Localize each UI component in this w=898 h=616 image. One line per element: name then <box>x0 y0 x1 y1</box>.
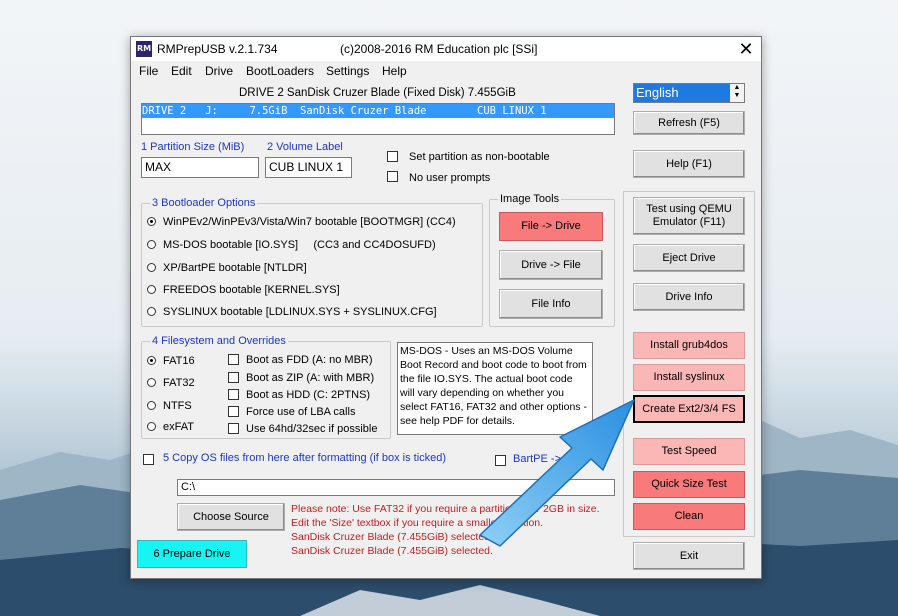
test-speed-button[interactable]: Test Speed <box>633 438 745 465</box>
partition-size-label: 1 Partition Size (MiB) <box>141 141 245 153</box>
override-checkbox-zip[interactable] <box>228 372 239 383</box>
menu-bar: File Edit Drive BootLoaders Settings Hel… <box>131 61 761 81</box>
bartpe-checkbox[interactable] <box>495 455 506 466</box>
prepare-drive-button[interactable]: 6 Prepare Drive <box>137 540 247 568</box>
menu-edit[interactable]: Edit <box>171 64 192 78</box>
close-icon[interactable]: ✕ <box>735 38 757 60</box>
status-notes: Please note: Use FAT32 if you require a … <box>291 502 600 558</box>
fs-radio-ntfs[interactable] <box>147 401 156 410</box>
bootloader-options-title: 3 Bootloader Options <box>150 197 258 209</box>
drive-list[interactable]: DRIVE 2 J: 7.5GiB SanDisk Cruzer Blade C… <box>141 103 615 135</box>
language-select[interactable]: English ▲ ▼ <box>633 83 745 103</box>
override-checkbox-64hd[interactable] <box>228 423 239 434</box>
fs-radio-fat32[interactable] <box>147 378 156 387</box>
override-lba-label: Force use of LBA calls <box>246 406 356 418</box>
bootloader-radio-syslinux[interactable] <box>147 307 156 316</box>
window-copyright: (c)2008-2016 RM Education plc [SSi] <box>340 42 538 56</box>
bootloader-option-freedos[interactable]: FREEDOS bootable [KERNEL.SYS] <box>163 284 340 296</box>
note-line-1: Please note: Use FAT32 if you require a … <box>291 503 600 515</box>
drive-info-button[interactable]: Drive Info <box>633 283 745 311</box>
image-tools-title: Image Tools <box>498 193 562 205</box>
bootloader-radio-freedos[interactable] <box>147 285 156 294</box>
spin-down-icon[interactable]: ▼ <box>730 92 744 100</box>
menu-drive[interactable]: Drive <box>205 64 233 78</box>
window-title: RMPrepUSB v.2.1.734 <box>157 42 278 56</box>
override-64hd-label: Use 64hd/32sec if possible <box>246 423 378 435</box>
override-hdd-label: Boot as HDD (C: 2PTNS) <box>246 389 371 401</box>
quick-size-test-button[interactable]: Quick Size Test <box>633 471 745 498</box>
rm-app-icon: RM <box>136 41 152 57</box>
language-value: English <box>636 85 679 100</box>
note-line-3: SanDisk Cruzer Blade (7.455GiB) selected… <box>291 531 493 543</box>
drive-list-row-selected[interactable]: DRIVE 2 J: 7.5GiB SanDisk Cruzer Blade C… <box>142 104 614 118</box>
fs-option-fat32[interactable]: FAT32 <box>163 377 195 389</box>
title-bar: RM RMPrepUSB v.2.1.734 (c)2008-2016 RM E… <box>131 37 761 61</box>
exit-button[interactable]: Exit <box>633 542 745 570</box>
override-fdd-label: Boot as FDD (A: no MBR) <box>246 354 373 366</box>
menu-file[interactable]: File <box>139 64 158 78</box>
menu-help[interactable]: Help <box>382 64 407 78</box>
menu-bootloaders[interactable]: BootLoaders <box>246 64 314 78</box>
no-prompts-label: No user prompts <box>409 172 491 184</box>
file-info-button[interactable]: File Info <box>499 289 603 319</box>
drive-header: DRIVE 2 SanDisk Cruzer Blade (Fixed Disk… <box>239 87 516 99</box>
fs-radio-fat16[interactable] <box>147 356 156 365</box>
menu-settings[interactable]: Settings <box>326 64 369 78</box>
test-qemu-line2: Emulator (F11) <box>652 216 726 228</box>
install-syslinux-button[interactable]: Install syslinux <box>633 364 745 391</box>
bootloader-option-syslinux[interactable]: SYSLINUX bootable [LDLINUX.SYS + SYSLINU… <box>163 306 437 318</box>
spin-up-icon[interactable]: ▲ <box>730 84 744 92</box>
drive-to-file-button[interactable]: Drive -> File <box>499 250 603 280</box>
fs-option-ntfs[interactable]: NTFS <box>163 400 192 412</box>
bootloader-option-msdos[interactable]: MS-DOS bootable [IO.SYS] (CC3 and CC4DOS… <box>163 239 436 251</box>
override-checkbox-lba[interactable] <box>228 406 239 417</box>
filesystem-title: 4 Filesystem and Overrides <box>150 335 288 347</box>
override-zip-label: Boot as ZIP (A: with MBR) <box>246 372 375 384</box>
clean-button[interactable]: Clean <box>633 503 745 530</box>
bootloader-description: MS-DOS - Uses an MS-DOS Volume Boot Reco… <box>397 342 593 435</box>
fs-option-fat16[interactable]: FAT16 <box>163 355 195 367</box>
bootloader-option-winpe[interactable]: WinPEv2/WinPEv3/Vista/Win7 bootable [BOO… <box>163 216 456 228</box>
test-qemu-line1: Test using QEMU <box>646 203 732 215</box>
rmprepusb-window: RM RMPrepUSB v.2.1.734 (c)2008-2016 RM E… <box>130 36 762 579</box>
copy-os-label: 5 Copy OS files from here after formatti… <box>163 452 447 464</box>
copy-os-checkbox[interactable] <box>143 454 154 465</box>
bootloader-radio-winpe[interactable] <box>147 217 156 226</box>
bootloader-radio-msdos[interactable] <box>147 240 156 249</box>
choose-source-button[interactable]: Choose Source <box>177 503 285 531</box>
non-bootable-checkbox[interactable] <box>387 151 398 162</box>
file-to-drive-button[interactable]: File -> Drive <box>499 212 603 241</box>
eject-drive-button[interactable]: Eject Drive <box>633 244 745 272</box>
partition-size-input[interactable]: MAX <box>141 157 259 178</box>
source-path-input[interactable]: C:\ <box>177 479 615 496</box>
override-checkbox-hdd[interactable] <box>228 389 239 400</box>
language-spinner[interactable]: ▲ ▼ <box>730 84 744 102</box>
fs-option-exfat[interactable]: exFAT <box>163 421 194 433</box>
note-line-4: SanDisk Cruzer Blade (7.455GiB) selected… <box>291 545 493 557</box>
bartpe-label: BartPE -> <box>513 453 561 465</box>
fs-radio-exfat[interactable] <box>147 422 156 431</box>
bootloader-radio-xp[interactable] <box>147 263 156 272</box>
bootloader-option-xp[interactable]: XP/BartPE bootable [NTLDR] <box>163 262 307 274</box>
volume-label-input[interactable]: CUB LINUX 1 <box>265 157 352 178</box>
help-button[interactable]: Help (F1) <box>633 150 745 178</box>
create-ext-fs-button[interactable]: Create Ext2/3/4 FS <box>633 395 745 423</box>
volume-label-label: 2 Volume Label <box>267 141 343 153</box>
override-checkbox-fdd[interactable] <box>228 354 239 365</box>
install-grub4dos-button[interactable]: Install grub4dos <box>633 332 745 359</box>
no-prompts-checkbox[interactable] <box>387 171 398 182</box>
non-bootable-label: Set partition as non-bootable <box>409 151 550 163</box>
note-line-2: Edit the 'Size' textbox if you require a… <box>291 517 544 529</box>
refresh-button[interactable]: Refresh (F5) <box>633 111 745 135</box>
test-qemu-button[interactable]: Test using QEMU Emulator (F11) <box>633 197 745 235</box>
